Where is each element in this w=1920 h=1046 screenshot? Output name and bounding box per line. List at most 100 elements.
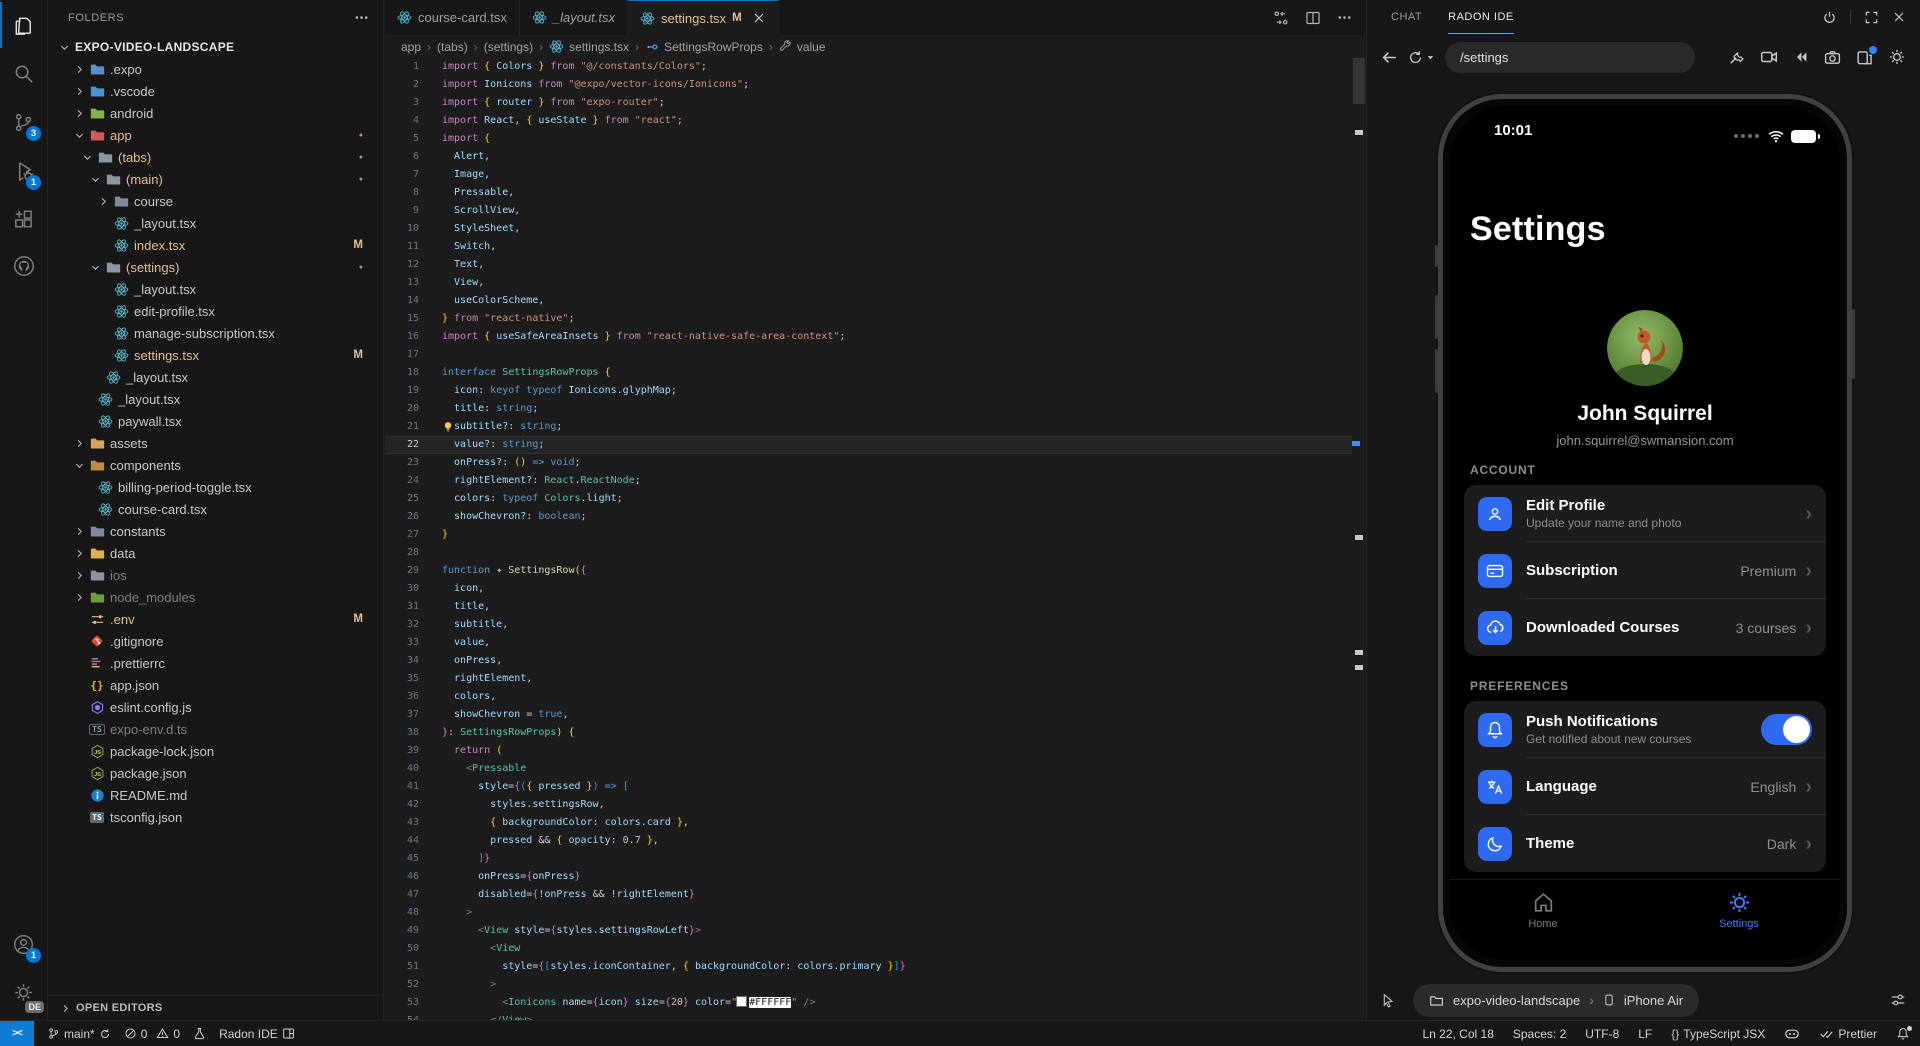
code-line-21[interactable]: 21 subtitle?: string;: [385, 418, 1352, 436]
code-line-37[interactable]: 37 showChevron = true,: [385, 706, 1352, 724]
code-line-51[interactable]: 51 style={[styles.iconContainer, { backg…: [385, 958, 1352, 976]
code-line-25[interactable]: 25 colors: typeof Colors.light;: [385, 490, 1352, 508]
tree-item-manage-subscription-tsx[interactable]: manage-subscription.tsx: [48, 322, 383, 344]
extensions-icon[interactable]: [0, 196, 47, 242]
overview-ruler[interactable]: [1352, 58, 1366, 1020]
tree-item-index-tsx[interactable]: index.tsxM: [48, 234, 383, 256]
breadcrumb-app[interactable]: app: [401, 40, 421, 54]
code-line-27[interactable]: 27}: [385, 526, 1352, 544]
code-line-5[interactable]: 5import {: [385, 130, 1352, 148]
code-line-1[interactable]: 1import { Colors } from "@/constants/Col…: [385, 58, 1352, 76]
accounts-icon[interactable]: 1: [0, 921, 47, 967]
close-icon[interactable]: [1892, 10, 1906, 24]
expand-icon[interactable]: [1864, 10, 1879, 25]
code-line-15[interactable]: 15} from "react-native";: [385, 310, 1352, 328]
back-icon[interactable]: [1381, 49, 1398, 66]
tree-item-tsconfig-json[interactable]: TStsconfig.json: [48, 806, 383, 828]
code-line-13[interactable]: 13 View,: [385, 274, 1352, 292]
tree-item-gitignore[interactable]: .gitignore: [48, 630, 383, 652]
code-line-54[interactable]: 54 </View>: [385, 1012, 1352, 1020]
tree-item-layout-tsx[interactable]: _layout.tsx: [48, 388, 383, 410]
code-line-28[interactable]: 28: [385, 544, 1352, 562]
toggle-switch[interactable]: [1761, 714, 1812, 745]
record-video-icon[interactable]: [1760, 48, 1778, 66]
tree-item-ios[interactable]: ios: [48, 564, 383, 586]
settings-row-subscription[interactable]: SubscriptionPremium›: [1464, 542, 1826, 599]
tree-item-main[interactable]: (main)●: [48, 168, 383, 190]
code-line-41[interactable]: 41 style={({ pressed }) => [: [385, 778, 1352, 796]
tree-item-constants[interactable]: constants: [48, 520, 383, 542]
code-editor[interactable]: 1import { Colors } from "@/constants/Col…: [385, 58, 1352, 1020]
code-line-42[interactable]: 42 styles.settingsRow,: [385, 796, 1352, 814]
settings-row-edit-profile[interactable]: Edit ProfileUpdate your name and photo›: [1464, 485, 1826, 542]
code-line-47[interactable]: 47 disabled={!onPress && !rightElement}: [385, 886, 1352, 904]
tree-item-package-lock-json[interactable]: JSpackage-lock.json: [48, 740, 383, 762]
tree-item-data[interactable]: data: [48, 542, 383, 564]
code-line-29[interactable]: 29function ✦ SettingsRow({: [385, 562, 1352, 580]
tree-item-tabs[interactable]: (tabs)●: [48, 146, 383, 168]
formatter-item[interactable]: Prettier: [1819, 1026, 1877, 1041]
source-control-icon[interactable]: 3: [0, 99, 47, 145]
tree-item-paywall-tsx[interactable]: paywall.tsx: [48, 410, 383, 432]
github-icon[interactable]: [0, 243, 47, 289]
close-icon[interactable]: [752, 11, 766, 25]
phone-tab-settings[interactable]: Settings: [1694, 890, 1784, 930]
code-line-40[interactable]: 40 <Pressable: [385, 760, 1352, 778]
tree-item-layout-tsx[interactable]: _layout.tsx: [48, 366, 383, 388]
panel-settings-icon[interactable]: [1888, 48, 1906, 66]
search-icon[interactable]: [0, 50, 47, 96]
pointer-icon[interactable]: [1381, 993, 1396, 1008]
code-line-49[interactable]: 49 <View style={styles.settingsRowLeft}>: [385, 922, 1352, 940]
settings-row-language[interactable]: LanguageEnglish›: [1464, 758, 1826, 815]
breadcrumb-tabs[interactable]: (tabs): [437, 40, 468, 54]
reload-button[interactable]: [1408, 50, 1435, 65]
device-settings-icon[interactable]: [1856, 49, 1873, 66]
code-line-9[interactable]: 9 ScrollView,: [385, 202, 1352, 220]
color-swatch[interactable]: [737, 997, 746, 1006]
tab-settings-tsx[interactable]: settings.tsxM: [628, 0, 779, 35]
settings-row-push-notifications[interactable]: Push NotificationsGet notified about new…: [1464, 701, 1826, 758]
tree-item-app-json[interactable]: {}app.json: [48, 674, 383, 696]
tree-item-expo-video-landscape[interactable]: EXPO-VIDEO-LANDSCAPE: [48, 36, 383, 58]
tree-item-node-modules[interactable]: node_modules: [48, 586, 383, 608]
url-bar[interactable]: /settings: [1445, 42, 1695, 73]
breadcrumb-settings[interactable]: (settings): [484, 40, 533, 54]
code-line-30[interactable]: 30 icon,: [385, 580, 1352, 598]
tree-item-readme-md[interactable]: README.md: [48, 784, 383, 806]
code-line-45[interactable]: 45 ]}: [385, 850, 1352, 868]
breadcrumb-value[interactable]: value: [779, 40, 826, 54]
code-line-24[interactable]: 24 rightElement?: React.ReactNode;: [385, 472, 1352, 490]
code-line-32[interactable]: 32 subtitle,: [385, 616, 1352, 634]
code-line-16[interactable]: 16import { useSafeAreaInsets } from "rea…: [385, 328, 1352, 346]
tree-item-layout-tsx[interactable]: _layout.tsx: [48, 212, 383, 234]
language-mode[interactable]: {} TypeScript JSX: [1671, 1027, 1765, 1041]
code-line-44[interactable]: 44 pressed && { opacity: 0.7 },: [385, 832, 1352, 850]
code-line-20[interactable]: 20 title: string;: [385, 400, 1352, 418]
code-line-33[interactable]: 33 value,: [385, 634, 1352, 652]
code-line-18[interactable]: 18interface SettingsRowProps {: [385, 364, 1352, 382]
phone-tab-home[interactable]: Home: [1498, 890, 1588, 930]
code-line-26[interactable]: 26 showChevron?: boolean;: [385, 508, 1352, 526]
device-selector[interactable]: expo-video-landscape › iPhone Air: [1413, 984, 1699, 1017]
settings-gear-icon[interactable]: DE: [0, 969, 47, 1015]
tree-item-eslint-config-js[interactable]: eslint.config.js: [48, 696, 383, 718]
code-line-22[interactable]: 22 value?: string;: [385, 436, 1352, 454]
tree-item-edit-profile-tsx[interactable]: edit-profile.tsx: [48, 300, 383, 322]
settings-row-theme[interactable]: ThemeDark›: [1464, 815, 1826, 872]
code-line-35[interactable]: 35 rightElement,: [385, 670, 1352, 688]
code-line-34[interactable]: 34 onPress,: [385, 652, 1352, 670]
tree-item-components[interactable]: components: [48, 454, 383, 476]
tree-item-settings-tsx[interactable]: settings.tsxM: [48, 344, 383, 366]
explorer-icon[interactable]: [0, 2, 47, 48]
tree-item-expo-env-d-ts[interactable]: TSexpo-env.d.ts: [48, 718, 383, 740]
code-line-12[interactable]: 12 Text,: [385, 256, 1352, 274]
code-line-46[interactable]: 46 onPress={onPress}: [385, 868, 1352, 886]
code-line-52[interactable]: 52 >: [385, 976, 1352, 994]
code-line-2[interactable]: 2import Ionicons from "@expo/vector-icon…: [385, 76, 1352, 94]
breadcrumb-settingsrowprops[interactable]: SettingsRowProps: [645, 40, 763, 54]
avatar[interactable]: [1607, 310, 1683, 386]
code-line-38[interactable]: 38}: SettingsRowProps) {: [385, 724, 1352, 742]
run-debug-icon[interactable]: 1: [0, 148, 47, 194]
code-line-8[interactable]: 8 Pressable,: [385, 184, 1352, 202]
code-line-23[interactable]: 23 onPress?: () => void;: [385, 454, 1352, 472]
